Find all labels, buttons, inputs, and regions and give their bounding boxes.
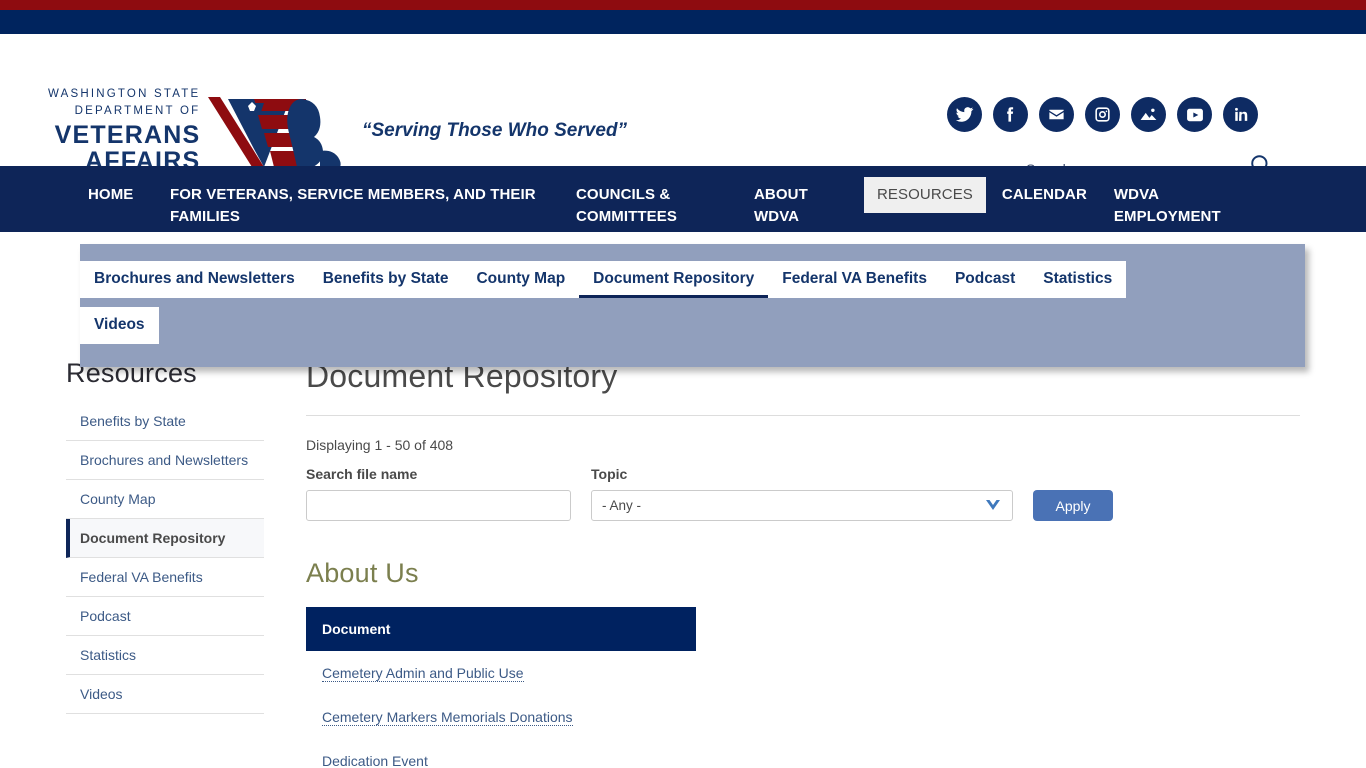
youtube-icon[interactable] <box>1177 97 1212 132</box>
subnav-row-2: Videos <box>80 306 1305 344</box>
nav-item-councils[interactable]: COUNCILS & COMMITTEES <box>568 180 746 232</box>
sidebar-item-county-map[interactable]: County Map <box>66 480 264 519</box>
table-cell-document: Dedication Event <box>306 739 696 768</box>
instagram-icon[interactable] <box>1085 97 1120 132</box>
nav-item-about-wdva[interactable]: ABOUT WDVA <box>746 180 864 232</box>
subtab-statistics[interactable]: Statistics <box>1029 261 1127 298</box>
facebook-icon[interactable] <box>993 97 1028 132</box>
topic-select-wrap: - Any - <box>591 490 1013 521</box>
logo-line-2: DEPARTMENT OF <box>74 104 201 117</box>
table-cell-document: Cemetery Admin and Public Use <box>306 651 696 695</box>
site-tagline: “Serving Those Who Served” <box>362 120 627 141</box>
document-link[interactable]: Dedication Event <box>322 753 428 768</box>
social-links <box>947 97 1258 132</box>
nav-item-for-veterans[interactable]: FOR VETERANS, SERVICE MEMBERS, AND THEIR… <box>162 180 568 232</box>
email-icon[interactable] <box>1039 97 1074 132</box>
logo-line-1: WASHINGTON STATE <box>48 88 201 100</box>
resources-sidebar: Resources Benefits by State Brochures an… <box>0 358 290 768</box>
main-navigation: HOME FOR VETERANS, SERVICE MEMBERS, AND … <box>0 166 1366 232</box>
linkedin-icon[interactable] <box>1223 97 1258 132</box>
nav-item-resources[interactable]: RESOURCES <box>864 177 986 213</box>
subtab-podcast[interactable]: Podcast <box>940 261 1030 298</box>
top-red-stripe <box>0 0 1366 10</box>
sidebar-item-brochures[interactable]: Brochures and Newsletters <box>66 441 264 480</box>
page-title: Document Repository <box>306 358 1300 416</box>
site-header: WASHINGTON STATE DEPARTMENT OF VETERANS … <box>0 34 1366 183</box>
top-navy-stripe <box>0 10 1366 34</box>
sidebar-item-videos[interactable]: Videos <box>66 675 264 714</box>
nav-item-calendar[interactable]: CALENDAR <box>994 180 1106 210</box>
subtab-videos[interactable]: Videos <box>80 306 159 344</box>
logo-wordmark: WASHINGTON STATE DEPARTMENT OF VETERANS … <box>48 88 201 174</box>
topic-group: Topic - Any - <box>591 466 1013 521</box>
sidebar-item-document-repository[interactable]: Document Repository <box>66 519 264 558</box>
topic-select[interactable]: - Any - <box>591 490 1013 521</box>
logo-line-3: VETERANS <box>54 121 201 149</box>
table-row: Dedication Event <box>306 739 696 768</box>
subnav-row-1: Brochures and Newsletters Benefits by St… <box>80 261 1305 298</box>
flickr-photos-icon[interactable] <box>1131 97 1166 132</box>
sidebar-item-federal-va-benefits[interactable]: Federal VA Benefits <box>66 558 264 597</box>
subtab-federal-va-benefits[interactable]: Federal VA Benefits <box>768 261 941 298</box>
table-row: Cemetery Markers Memorials Donations <box>306 695 696 739</box>
nav-item-wdva-employment[interactable]: WDVA EMPLOYMENT <box>1106 180 1246 232</box>
subtab-county-map[interactable]: County Map <box>462 261 580 298</box>
document-link[interactable]: Cemetery Markers Memorials Donations <box>322 709 573 726</box>
site-logo[interactable]: WASHINGTON STATE DEPARTMENT OF VETERANS … <box>48 88 360 175</box>
search-file-name-label: Search file name <box>306 466 418 482</box>
table-row: Cemetery Admin and Public Use <box>306 651 696 695</box>
filter-bar: Search file name Topic - Any - Apply <box>306 466 1300 521</box>
twitter-icon[interactable] <box>947 97 982 132</box>
apply-button[interactable]: Apply <box>1033 490 1113 521</box>
sidebar-item-podcast[interactable]: Podcast <box>66 597 264 636</box>
document-link[interactable]: Cemetery Admin and Public Use <box>322 665 524 682</box>
search-file-name-group: Search file name <box>306 466 571 521</box>
subtab-benefits-by-state[interactable]: Benefits by State <box>308 261 463 298</box>
topic-label: Topic <box>591 466 628 482</box>
resources-subnav: Brochures and Newsletters Benefits by St… <box>80 244 1305 367</box>
column-header-document: Document <box>306 607 696 651</box>
main-content: Document Repository Displaying 1 - 50 of… <box>290 358 1366 768</box>
subtab-brochures[interactable]: Brochures and Newsletters <box>80 261 309 298</box>
search-file-name-input[interactable] <box>306 490 571 521</box>
sidebar-item-statistics[interactable]: Statistics <box>66 636 264 675</box>
table-cell-document: Cemetery Markers Memorials Donations <box>306 695 696 739</box>
wdva-flag-emblem-icon <box>208 96 342 167</box>
sidebar-item-benefits-by-state[interactable]: Benefits by State <box>66 402 264 441</box>
subtab-document-repository[interactable]: Document Repository <box>579 261 769 298</box>
results-count: Displaying 1 - 50 of 408 <box>306 437 454 453</box>
nav-item-home[interactable]: HOME <box>80 180 162 210</box>
section-heading-about-us: About Us <box>306 558 419 588</box>
table-header-row: Document <box>306 607 696 651</box>
documents-table: Document Cemetery Admin and Public Use C… <box>306 607 696 768</box>
